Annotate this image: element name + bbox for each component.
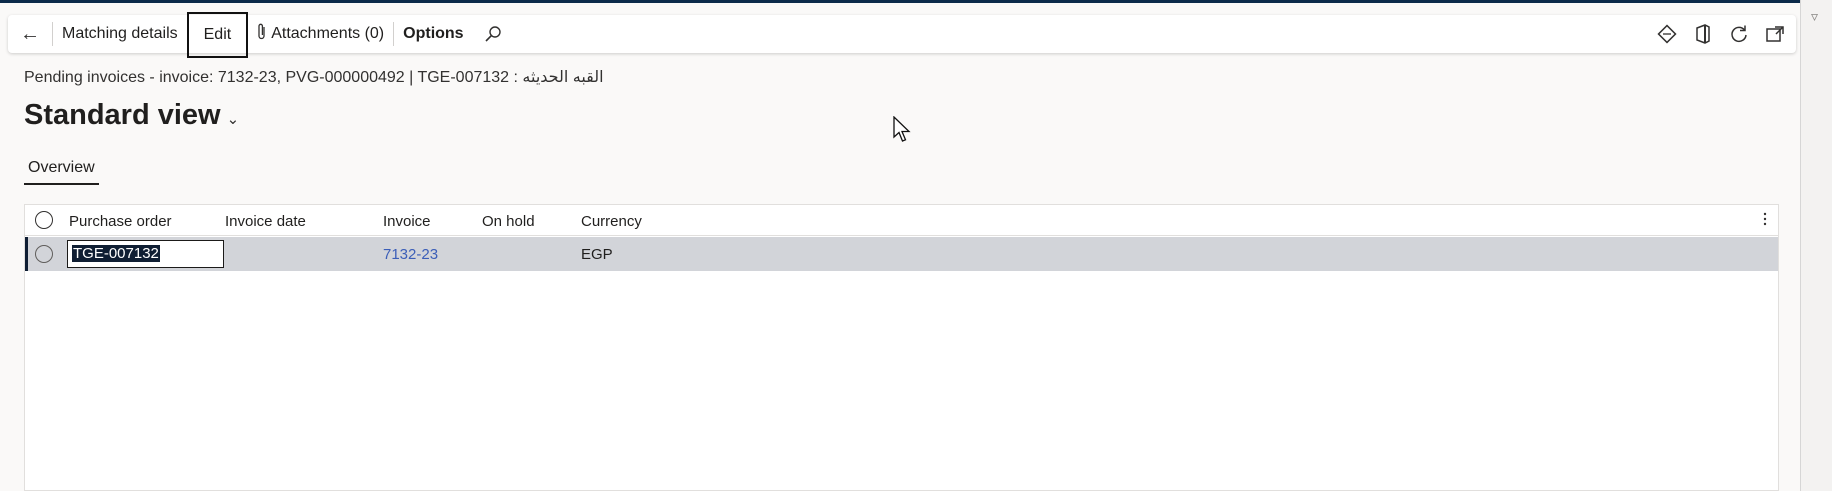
action-bar: ← Matching details Edit Attachments (0) … <box>8 12 1796 58</box>
tab-overview[interactable]: Overview <box>24 159 99 185</box>
column-header-currency[interactable]: Currency <box>581 213 642 230</box>
row-select-radio[interactable] <box>35 245 53 263</box>
table-row[interactable]: TGE-007132 7132-23 EGP <box>25 237 1778 271</box>
attachments-button[interactable]: Attachments (0) <box>248 15 393 53</box>
attachments-label: Attachments (0) <box>271 25 385 42</box>
open-new-window-icon[interactable] <box>1764 23 1786 45</box>
office-icon[interactable] <box>1692 23 1714 45</box>
app-frame: ← Matching details Edit Attachments (0) … <box>0 3 1800 491</box>
invoice-grid: Purchase order Invoice date Invoice On h… <box>24 204 1779 491</box>
column-header-purchase-order[interactable]: Purchase order <box>69 213 172 230</box>
currency-cell: EGP <box>581 246 613 263</box>
filter-icon[interactable]: ▿ <box>1811 8 1818 25</box>
mouse-pointer-icon <box>893 115 913 149</box>
matching-details-button[interactable]: Matching details <box>53 15 187 53</box>
grid-header: Purchase order Invoice date Invoice On h… <box>25 205 1778 236</box>
column-header-invoice[interactable]: Invoice <box>383 213 431 230</box>
options-button[interactable]: Options <box>394 15 472 53</box>
select-all-radio[interactable] <box>35 211 53 229</box>
column-header-invoice-date[interactable]: Invoice date <box>225 213 306 230</box>
page-title: Standard view <box>24 99 221 131</box>
purchase-order-value: TGE-007132 <box>72 245 160 262</box>
action-bar-right <box>1656 15 1786 53</box>
chevron-down-icon: ⌄ <box>226 110 240 128</box>
paperclip-icon <box>257 23 267 46</box>
page-caption: Pending invoices - invoice: 7132-23, PVG… <box>24 69 604 86</box>
invoice-link[interactable]: 7132-23 <box>383 246 438 263</box>
more-vertical-icon[interactable] <box>1762 212 1768 226</box>
search-icon[interactable] <box>473 15 513 53</box>
column-header-on-hold[interactable]: On hold <box>482 213 535 230</box>
view-selector[interactable]: Standard view ⌄ <box>24 99 239 132</box>
right-pane: ▿ <box>1800 0 1832 491</box>
back-arrow-icon[interactable]: ← <box>8 15 52 53</box>
diamond-icon[interactable] <box>1656 23 1678 45</box>
refresh-icon[interactable] <box>1728 23 1750 45</box>
purchase-order-input[interactable]: TGE-007132 <box>67 240 224 268</box>
edit-button[interactable]: Edit <box>186 12 249 58</box>
